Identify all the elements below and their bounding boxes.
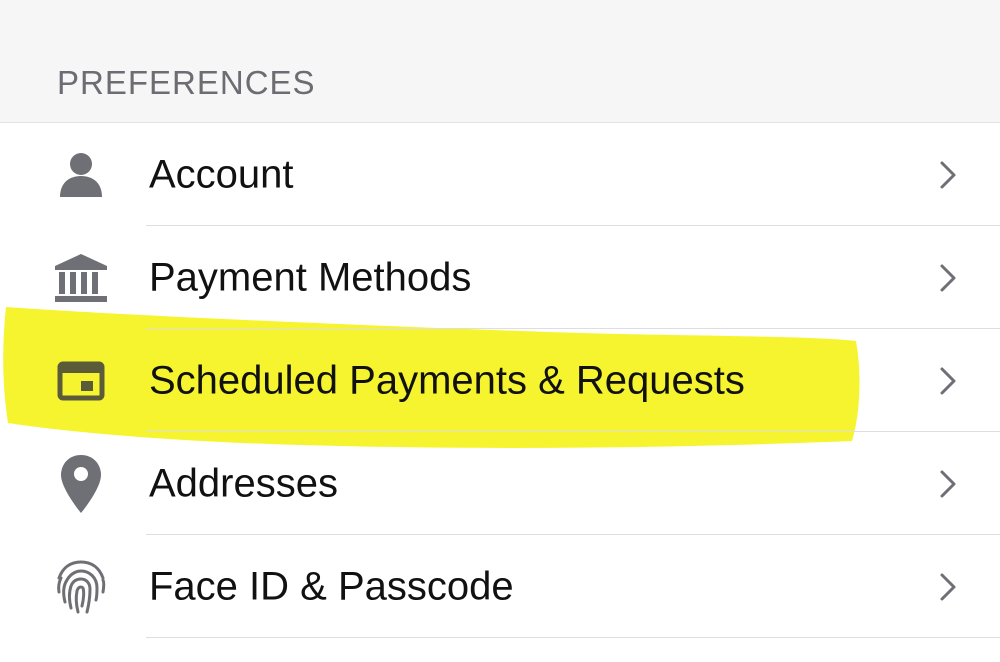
row-account[interactable]: Account: [0, 123, 1000, 226]
bank-icon: [50, 247, 112, 309]
preferences-screen: PREFERENCES Account Payment Methods Sche…: [0, 0, 1000, 662]
chevron-right-icon: [940, 573, 956, 600]
person-icon: [50, 144, 112, 206]
section-title: PREFERENCES: [57, 64, 316, 101]
location-pin-icon: [50, 453, 112, 515]
calendar-card-icon: [50, 350, 112, 412]
row-divider: [146, 636, 1000, 638]
row-label: Payment Methods: [149, 255, 472, 299]
chevron-right-icon: [940, 161, 956, 188]
row-addresses[interactable]: Addresses: [0, 432, 1000, 535]
chevron-right-icon: [940, 367, 956, 394]
row-label: Addresses: [149, 461, 338, 505]
row-label: Face ID & Passcode: [149, 564, 514, 608]
chevron-right-icon: [940, 470, 956, 497]
row-face-id-passcode[interactable]: Face ID & Passcode: [0, 535, 1000, 638]
chevron-right-icon: [940, 264, 956, 291]
fingerprint-icon: [50, 556, 112, 618]
row-label: Account: [149, 152, 294, 196]
row-label: Scheduled Payments & Requests: [149, 358, 745, 402]
row-payment-methods[interactable]: Payment Methods: [0, 226, 1000, 329]
row-scheduled-payments[interactable]: Scheduled Payments & Requests: [0, 329, 1000, 432]
section-header: PREFERENCES: [0, 0, 1000, 123]
